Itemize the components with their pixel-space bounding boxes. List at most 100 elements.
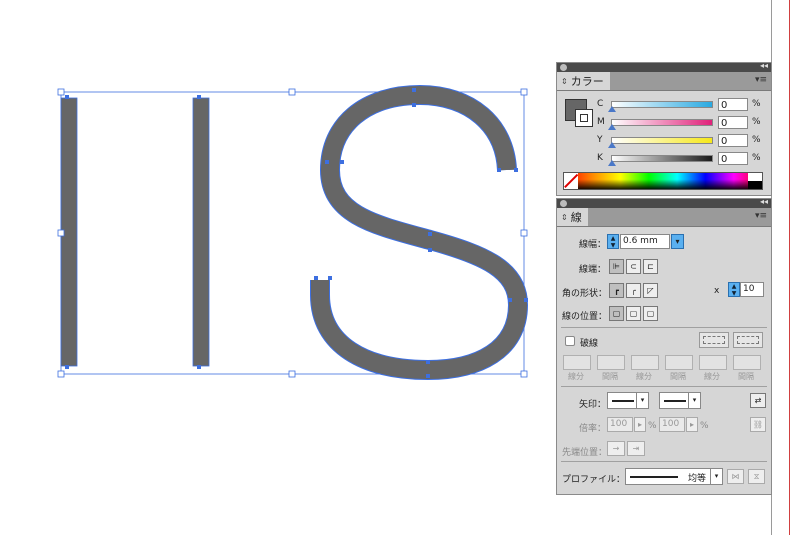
gap-1-label: 間隔 bbox=[602, 372, 618, 381]
stroke-panel-tabstrip: ⇕ 線 ▾≡ bbox=[557, 208, 771, 227]
dash-1-label: 線分 bbox=[568, 372, 584, 381]
round-join-button[interactable]: ╭ bbox=[626, 283, 641, 298]
slider-row-y[interactable]: Y 0 % bbox=[597, 132, 761, 148]
align-center-button[interactable]: ▢ bbox=[609, 306, 624, 321]
scale-label: 倍率： bbox=[579, 424, 607, 434]
align-inside-button[interactable]: ▢ bbox=[626, 306, 641, 321]
tab-color-label: カラー bbox=[570, 75, 604, 88]
panel-menu-icon[interactable]: ▾≡ bbox=[755, 75, 767, 85]
separator bbox=[561, 386, 767, 387]
weight-input[interactable]: 0.6 mm bbox=[620, 234, 670, 249]
gap-3-label: 間隔 bbox=[738, 372, 754, 381]
k-value-input[interactable]: 0 bbox=[718, 151, 748, 165]
slider-thumb[interactable] bbox=[608, 105, 616, 112]
link-scale-icon[interactable]: ⛓ bbox=[750, 417, 766, 432]
slider-row-k[interactable]: K 0 % bbox=[597, 150, 761, 166]
tab-options-icon[interactable]: ⇕ bbox=[561, 213, 568, 222]
stroke-panel-titlebar[interactable]: ◂◂ bbox=[557, 197, 771, 208]
selection-bounding-box bbox=[60, 91, 525, 375]
stroke-panel[interactable]: ◂◂ ⇕ 線 ▾≡ 線幅： ▲ ▼ 0.6 mm ▾ 線端： ⊫ ⊂ ⊏ 角の形状… bbox=[556, 197, 772, 495]
m-value-input[interactable]: 0 bbox=[718, 115, 748, 129]
start-arrow-select[interactable]: ▾ bbox=[607, 392, 649, 409]
unit-label: % bbox=[752, 117, 761, 127]
percent-label: % bbox=[648, 421, 657, 431]
percent-label: % bbox=[700, 421, 709, 431]
profile-label: プロファイル： bbox=[562, 475, 626, 485]
butt-cap-button[interactable]: ⊫ bbox=[609, 259, 624, 274]
unit-label: % bbox=[752, 153, 761, 163]
letter-stroke-2[interactable] bbox=[192, 97, 210, 367]
swap-arrows-button[interactable]: ⇄ bbox=[750, 393, 766, 408]
weight-dropdown-button[interactable]: ▾ bbox=[671, 234, 684, 249]
miter-x-label: x bbox=[714, 286, 720, 296]
close-icon[interactable] bbox=[560, 64, 567, 71]
stroke-swatch[interactable] bbox=[575, 109, 593, 127]
collapse-icon[interactable]: ◂◂ bbox=[760, 197, 768, 206]
end-scale-input[interactable]: 100 bbox=[659, 417, 685, 432]
slider-track-c[interactable] bbox=[608, 100, 713, 112]
tip-inside-button[interactable]: → bbox=[607, 441, 625, 456]
unit-label: % bbox=[752, 135, 761, 145]
corner-label: 角の形状： bbox=[562, 289, 608, 299]
end-arrow-select[interactable]: ▾ bbox=[659, 392, 701, 409]
dashed-checkbox[interactable] bbox=[565, 336, 575, 346]
collapse-icon[interactable]: ◂◂ bbox=[760, 61, 768, 70]
round-cap-button[interactable]: ⊂ bbox=[626, 259, 641, 274]
arrow-label: 矢印： bbox=[579, 400, 607, 410]
tab-color[interactable]: ⇕ カラー bbox=[557, 72, 610, 90]
none-color-swatch[interactable] bbox=[564, 173, 578, 189]
color-panel[interactable]: ◂◂ ⇕ カラー ▾≡ C 0 % M 0 % Y 0 % K 0 % bbox=[556, 61, 772, 196]
weight-stepper[interactable]: ▲ ▼ bbox=[607, 234, 619, 249]
slider-thumb[interactable] bbox=[608, 159, 616, 166]
flip-horizontal-button[interactable]: ⋈ bbox=[727, 469, 744, 484]
gap-1-input[interactable] bbox=[597, 355, 625, 370]
separator bbox=[561, 327, 767, 328]
gap-2-input[interactable] bbox=[665, 355, 693, 370]
slider-thumb[interactable] bbox=[608, 141, 616, 148]
tab-stroke-label: 線 bbox=[570, 211, 582, 224]
weight-label: 線幅： bbox=[579, 240, 607, 250]
align-outside-button[interactable]: ▢ bbox=[643, 306, 658, 321]
cap-label: 線端： bbox=[579, 265, 607, 275]
bevel-join-button[interactable]: ◸ bbox=[643, 283, 658, 298]
unit-label: % bbox=[752, 99, 761, 109]
miter-limit-input[interactable]: 10 bbox=[740, 282, 764, 297]
miter-stepper[interactable]: ▲ ▼ bbox=[728, 282, 740, 297]
dash-align-corners-button[interactable] bbox=[699, 332, 729, 348]
tab-stroke[interactable]: ⇕ 線 bbox=[557, 208, 588, 226]
profile-select[interactable]: 均等 ▾ bbox=[625, 468, 723, 485]
start-scale-stepper[interactable]: ▸ bbox=[634, 417, 646, 432]
color-panel-tabstrip: ⇕ カラー ▾≡ bbox=[557, 72, 771, 91]
dash-3-label: 線分 bbox=[704, 372, 720, 381]
dash-3-input[interactable] bbox=[699, 355, 727, 370]
flip-vertical-button[interactable]: ⧖ bbox=[748, 469, 765, 484]
miter-join-button[interactable]: ┏ bbox=[609, 283, 624, 298]
black-white-swatch[interactable] bbox=[748, 173, 762, 189]
start-scale-input[interactable]: 100 bbox=[607, 417, 633, 432]
tip-position-label: 先端位置： bbox=[562, 448, 608, 458]
dash-exact-length-button[interactable] bbox=[733, 332, 763, 348]
align-label: 線の位置： bbox=[562, 312, 608, 322]
end-scale-stepper[interactable]: ▸ bbox=[686, 417, 698, 432]
slider-track-m[interactable] bbox=[608, 118, 713, 130]
slider-track-y[interactable] bbox=[608, 136, 713, 148]
slider-thumb[interactable] bbox=[608, 123, 616, 130]
gap-2-label: 間隔 bbox=[670, 372, 686, 381]
tab-options-icon[interactable]: ⇕ bbox=[561, 77, 568, 86]
c-value-input[interactable]: 0 bbox=[718, 97, 748, 111]
slider-row-c[interactable]: C 0 % bbox=[597, 96, 761, 112]
bounding-box-handles[interactable] bbox=[57, 88, 528, 378]
tip-outside-button[interactable]: ⇥ bbox=[627, 441, 645, 456]
panel-menu-icon[interactable]: ▾≡ bbox=[755, 211, 767, 221]
dash-1-input[interactable] bbox=[563, 355, 591, 370]
dash-2-input[interactable] bbox=[631, 355, 659, 370]
gap-3-input[interactable] bbox=[733, 355, 761, 370]
y-value-input[interactable]: 0 bbox=[718, 133, 748, 147]
close-icon[interactable] bbox=[560, 200, 567, 207]
slider-track-k[interactable] bbox=[608, 154, 713, 166]
path-anchor-points[interactable] bbox=[65, 88, 528, 378]
color-spectrum[interactable] bbox=[563, 172, 763, 190]
projecting-cap-button[interactable]: ⊏ bbox=[643, 259, 658, 274]
slider-row-m[interactable]: M 0 % bbox=[597, 114, 761, 130]
color-panel-titlebar[interactable]: ◂◂ bbox=[557, 61, 771, 72]
